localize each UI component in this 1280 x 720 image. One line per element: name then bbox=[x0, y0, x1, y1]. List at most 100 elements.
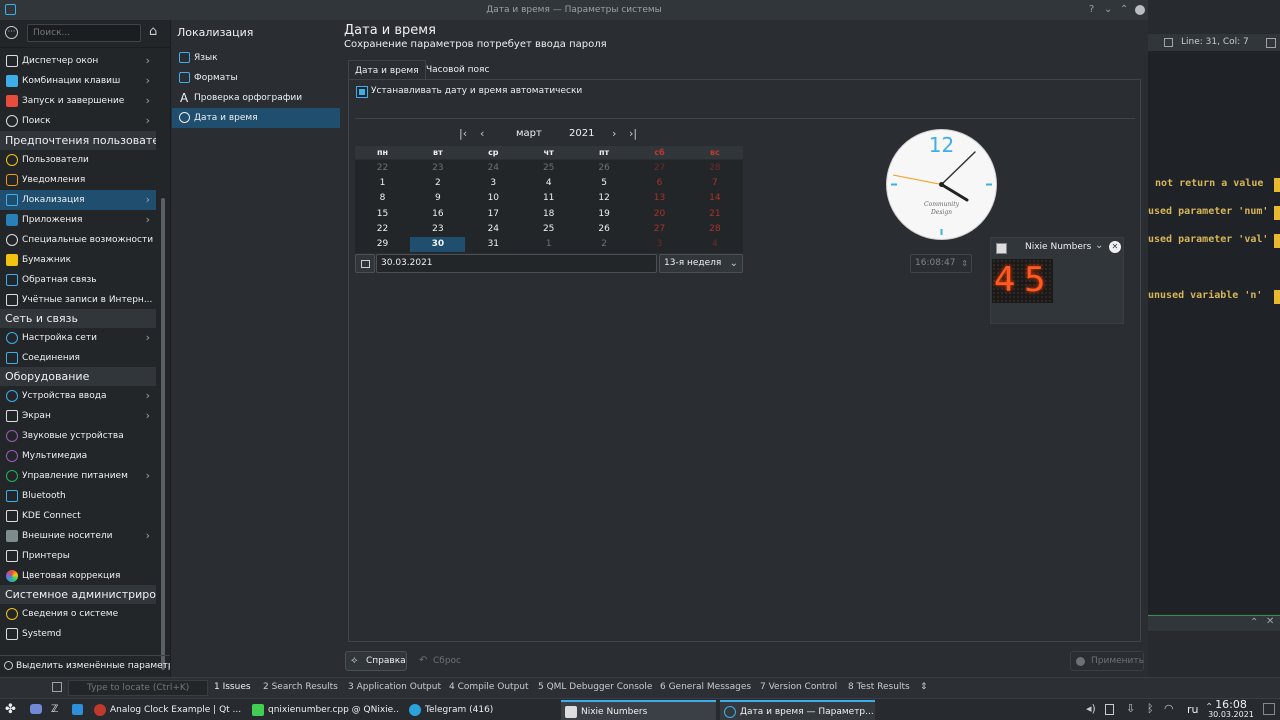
calendar-day[interactable]: 30 bbox=[410, 237, 466, 252]
subcategory-spellcheck[interactable]: A Проверка орфографии bbox=[172, 88, 340, 108]
sidebar-item-localization[interactable]: Локализация › bbox=[0, 190, 156, 210]
first-month-icon[interactable]: |‹ bbox=[459, 127, 467, 140]
nixie-close-button[interactable]: ✕ bbox=[1109, 241, 1121, 253]
keyboard-layout[interactable]: ru bbox=[1187, 703, 1199, 716]
close-icon[interactable]: ✕ bbox=[1266, 616, 1274, 627]
calendar-day[interactable]: 4 bbox=[521, 176, 576, 191]
last-month-icon[interactable]: ›| bbox=[629, 127, 637, 140]
sidebar-item-users[interactable]: Пользователи bbox=[0, 150, 156, 170]
issues-tab-1[interactable]: 1 Issues bbox=[214, 682, 251, 692]
more-tabs-icon[interactable]: ⇕ bbox=[920, 682, 928, 692]
prev-month-icon[interactable]: ‹ bbox=[480, 127, 484, 140]
next-month-icon[interactable]: › bbox=[612, 127, 616, 140]
calendar-day[interactable]: 19 bbox=[577, 207, 632, 222]
calendar-day[interactable]: 3 bbox=[466, 176, 521, 191]
subcategory-formats[interactable]: Форматы bbox=[172, 68, 340, 88]
calendar-day[interactable]: 5 bbox=[577, 176, 632, 191]
calendar-day[interactable]: 22 bbox=[355, 222, 410, 237]
sidebar-item-color-correction[interactable]: Цветовая коррекция bbox=[0, 566, 156, 586]
subcategory-date-time[interactable]: Дата и время bbox=[172, 108, 340, 128]
editor-split-icon[interactable] bbox=[1266, 38, 1276, 48]
apply-button[interactable]: Применить bbox=[1070, 651, 1144, 671]
issues-tab-8[interactable]: 8 Test Results bbox=[848, 682, 910, 692]
sidebar-item-connections[interactable]: Соединения bbox=[0, 348, 156, 368]
issues-tab-6[interactable]: 6 General Messages bbox=[660, 682, 751, 692]
issues-tab-7[interactable]: 7 Version Control bbox=[760, 682, 837, 692]
calendar-year[interactable]: 2021 bbox=[569, 128, 594, 139]
vscode-icon[interactable] bbox=[72, 704, 83, 715]
calendar-day[interactable]: 28 bbox=[687, 161, 742, 176]
sidebar-item-shortcuts[interactable]: Комбинации клавиш › bbox=[0, 71, 156, 91]
calendar-day[interactable]: 31 bbox=[466, 237, 521, 252]
tab-timezone[interactable]: Часовой пояс bbox=[420, 60, 495, 80]
calendar-day[interactable]: 17 bbox=[466, 207, 521, 222]
discord-icon[interactable] bbox=[30, 704, 42, 714]
sidebar-item-feedback[interactable]: Обратная связь bbox=[0, 270, 156, 290]
chevron-down-icon[interactable]: ⌄ bbox=[1104, 0, 1112, 20]
sidebar-item-online-accounts[interactable]: Учётные записи в Интерн... bbox=[0, 290, 156, 310]
sidebar-item-window-manager[interactable]: Диспетчер окон › bbox=[0, 51, 156, 71]
creator-icon[interactable]: ℤ bbox=[51, 704, 58, 715]
task-telegram[interactable]: Telegram (416) bbox=[405, 700, 557, 720]
calendar-day[interactable]: 9 bbox=[410, 191, 465, 206]
calendar-day[interactable]: 16 bbox=[410, 207, 465, 222]
sidebar-item-network-settings[interactable]: Настройка сети › bbox=[0, 328, 156, 348]
calendar-month[interactable]: март bbox=[516, 128, 542, 139]
calendar-day[interactable]: 8 bbox=[355, 191, 410, 206]
search-input[interactable] bbox=[27, 24, 141, 42]
calendar-day[interactable]: 23 bbox=[410, 161, 465, 176]
calendar-day[interactable]: 21 bbox=[687, 207, 742, 222]
calendar-day[interactable]: 2 bbox=[577, 237, 632, 252]
sidebar-scrollbar[interactable] bbox=[161, 198, 165, 670]
sidebar-toggle-icon[interactable] bbox=[52, 682, 62, 692]
calendar-day[interactable]: 23 bbox=[410, 222, 465, 237]
auto-time-checkbox[interactable] bbox=[356, 86, 368, 98]
date-input[interactable]: 30.03.2021 bbox=[376, 254, 657, 273]
issues-tab-2[interactable]: 2 Search Results bbox=[263, 682, 338, 692]
updates-icon[interactable]: ⇩ bbox=[1126, 702, 1135, 715]
menu-icon[interactable]: ··· bbox=[5, 26, 18, 39]
highlight-changed-button[interactable]: Выделить изменённые параметры bbox=[0, 656, 170, 677]
sidebar-item-system-info[interactable]: Сведения о системе bbox=[0, 604, 156, 624]
volume-icon[interactable]: ◂) bbox=[1086, 702, 1096, 715]
calendar-day[interactable]: 14 bbox=[687, 191, 742, 206]
sidebar-item-search[interactable]: Поиск › bbox=[0, 111, 156, 131]
calendar-day[interactable]: 18 bbox=[521, 207, 576, 222]
sidebar-item-input-devices[interactable]: Устройства ввода › bbox=[0, 386, 156, 406]
calendar-day[interactable]: 24 bbox=[466, 161, 521, 176]
tab-date-time[interactable]: Дата и время bbox=[348, 60, 426, 80]
time-input[interactable]: 16:08:47 ⇕ bbox=[910, 254, 972, 273]
calendar-day[interactable]: 29 bbox=[355, 237, 410, 252]
sidebar-item-kde-connect[interactable]: KDE Connect bbox=[0, 506, 156, 526]
subcategory-language[interactable]: Язык bbox=[172, 48, 340, 68]
calendar-day[interactable]: 22 bbox=[355, 161, 410, 176]
task-analog-clock[interactable]: Analog Clock Example | Qt ... bbox=[90, 700, 242, 720]
calendar-day[interactable]: 1 bbox=[355, 176, 410, 191]
app-launcher-icon[interactable]: ✤ bbox=[5, 703, 16, 716]
clipboard-icon[interactable] bbox=[1105, 704, 1114, 715]
calendar-day[interactable]: 1 bbox=[521, 237, 576, 252]
calendar-day[interactable]: 2 bbox=[410, 176, 465, 191]
chevron-up-icon[interactable]: ⌃ bbox=[1250, 617, 1258, 628]
sidebar-item-startup[interactable]: Запуск и завершение › bbox=[0, 91, 156, 111]
locate-input[interactable] bbox=[68, 680, 208, 696]
task-system-settings[interactable]: Дата и время — Параметр... bbox=[720, 700, 875, 720]
clock-date[interactable]: 30.03.2021 bbox=[1201, 710, 1261, 719]
bluetooth-icon[interactable]: ᛒ bbox=[1147, 702, 1154, 715]
sidebar-item-wallet[interactable]: Бумажник bbox=[0, 250, 156, 270]
calendar-day[interactable]: 27 bbox=[632, 161, 687, 176]
calendar-day[interactable]: 25 bbox=[521, 161, 576, 176]
calendar-day[interactable]: 13 bbox=[632, 191, 687, 206]
sidebar-item-multimedia[interactable]: Мультимедиа bbox=[0, 446, 156, 466]
window-close-button[interactable] bbox=[1135, 5, 1145, 15]
task-nixie-numbers[interactable]: Nixie Numbers bbox=[561, 700, 716, 720]
home-icon[interactable]: ⌂ bbox=[149, 25, 157, 38]
sidebar-item-accessibility[interactable]: Специальные возможности bbox=[0, 230, 156, 250]
issues-tab-3[interactable]: 3 Application Output bbox=[348, 682, 441, 692]
show-desktop-icon[interactable] bbox=[1263, 703, 1275, 715]
task-qnixienumber[interactable]: qnixienumber.cpp @ QNixie... bbox=[248, 700, 400, 720]
issues-tab-5[interactable]: 5 QML Debugger Console bbox=[538, 682, 652, 692]
calendar-day[interactable]: 10 bbox=[466, 191, 521, 206]
calendar-day[interactable]: 7 bbox=[687, 176, 742, 191]
sidebar-item-applications[interactable]: Приложения › bbox=[0, 210, 156, 230]
